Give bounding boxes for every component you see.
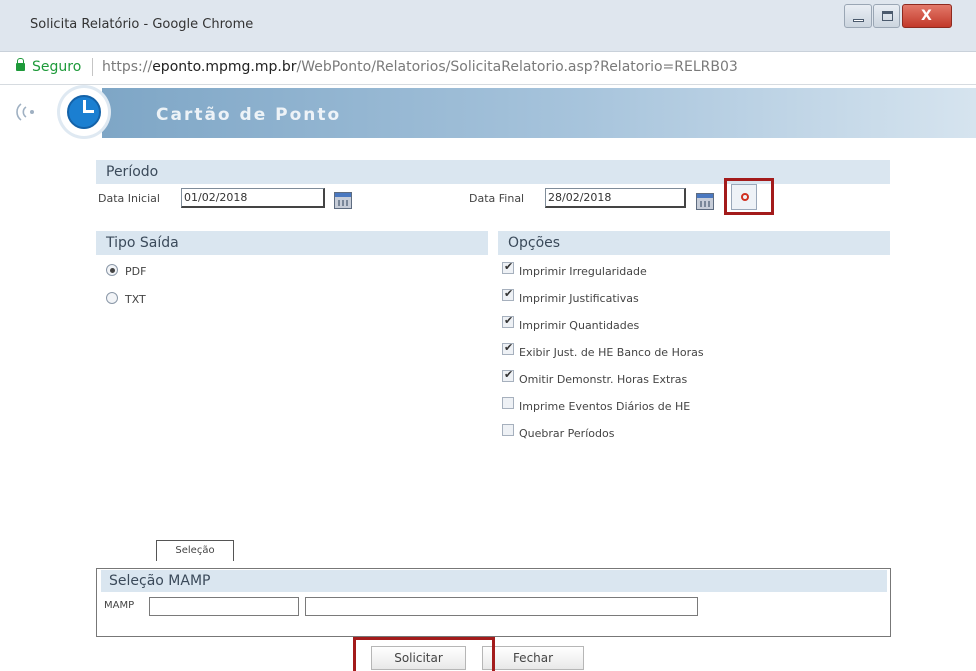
radio-txt[interactable]	[106, 292, 118, 304]
signal-icon	[16, 103, 34, 121]
option-label: Imprimir Justificativas	[519, 292, 639, 305]
option-label: Exibir Just. de HE Banco de Horas	[519, 346, 704, 359]
option-label: Imprime Eventos Diários de HE	[519, 400, 691, 413]
minimize-button[interactable]	[844, 4, 872, 28]
option-label: Quebrar Períodos	[519, 427, 615, 440]
mamp-label: MAMP	[104, 600, 135, 611]
mamp-code-input[interactable]	[149, 597, 299, 616]
checkbox-exibir-just-he[interactable]	[502, 341, 514, 355]
checkbox-imprimir-irregularidade[interactable]	[502, 260, 514, 274]
checkbox-imprimir-justificativas[interactable]	[502, 287, 514, 301]
highlight-calendar-clear	[724, 178, 774, 215]
secure-label: Seguro	[32, 59, 82, 75]
close-window-button[interactable]: X	[902, 4, 952, 28]
data-final-label: Data Final	[469, 192, 525, 205]
data-inicial-label: Data Inicial	[98, 192, 160, 205]
section-tipo-saida: Tipo Saída	[96, 231, 488, 255]
calendar-icon[interactable]	[696, 193, 714, 210]
minimize-icon	[853, 19, 864, 22]
checkbox-omitir-demonstr[interactable]	[502, 368, 514, 382]
tab-selecao[interactable]: Seleção	[156, 540, 234, 561]
highlight-solicitar	[353, 637, 495, 671]
data-inicial-input[interactable]: 01/02/2018	[181, 188, 325, 208]
radio-txt-label: TXT	[125, 293, 146, 306]
page-title: Cartão de Ponto	[156, 105, 342, 125]
maximize-button[interactable]	[873, 4, 900, 28]
url-text[interactable]: https://eponto.mpmg.mp.br/WebPonto/Relat…	[102, 59, 738, 75]
url-protocol: https://	[102, 59, 153, 75]
lock-icon	[16, 58, 25, 71]
url-path: /WebPonto/Relatorios/SolicitaRelatorio.a…	[296, 59, 738, 75]
section-opcoes: Opções	[498, 231, 890, 255]
radio-pdf[interactable]	[106, 264, 118, 276]
maximize-icon	[882, 11, 893, 21]
mamp-name-input[interactable]	[305, 597, 698, 616]
url-host: eponto.mpmg.mp.br	[152, 59, 297, 75]
option-label: Omitir Demonstr. Horas Extras	[519, 373, 688, 386]
close-icon: X	[921, 8, 932, 24]
section-selecao-mamp: Seleção MAMP	[101, 570, 887, 592]
option-label: Imprimir Quantidades	[519, 319, 640, 332]
checkbox-imprime-eventos[interactable]	[502, 397, 514, 409]
window-title: Solicita Relatório - Google Chrome	[30, 17, 254, 32]
fechar-button[interactable]: Fechar	[482, 646, 584, 670]
calendar-icon[interactable]	[334, 192, 352, 209]
address-separator	[92, 58, 93, 76]
clock-logo-icon	[60, 88, 108, 136]
option-label: Imprimir Irregularidade	[519, 265, 647, 278]
checkbox-quebrar-periodos[interactable]	[502, 424, 514, 436]
data-final-input[interactable]: 28/02/2018	[545, 188, 686, 208]
checkbox-imprimir-quantidades[interactable]	[502, 314, 514, 328]
radio-pdf-label: PDF	[125, 265, 147, 278]
